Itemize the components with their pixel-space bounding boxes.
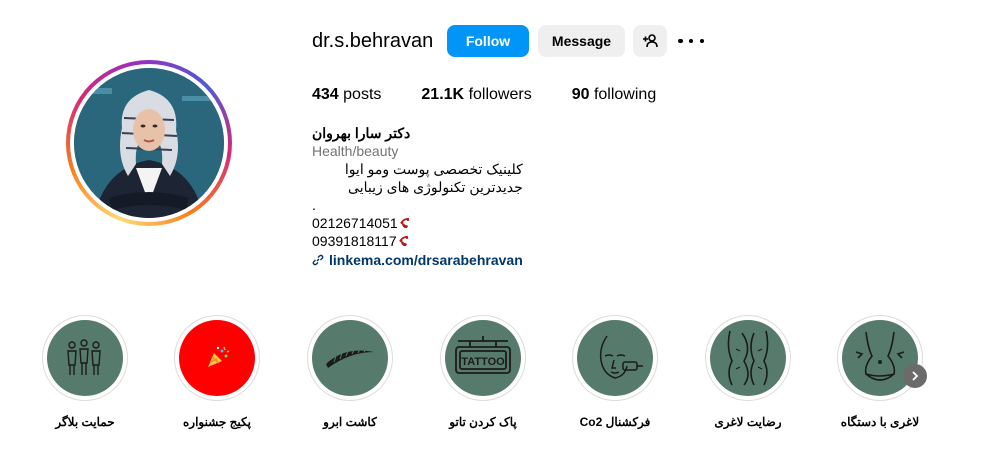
highlight-item[interactable]: رضایت لاغری [703, 315, 793, 429]
telephone-receiver-icon [399, 217, 409, 229]
highlight-item[interactable]: فرکشنال Co2 [570, 315, 660, 429]
highlight-label: پکیج جشنواره [182, 415, 252, 429]
following-count: 90 [571, 86, 590, 103]
highlight-cover [312, 320, 388, 396]
full-name: دکتر سارا بهروان [312, 125, 411, 141]
eyebrow-icon [326, 348, 374, 368]
highlight-cover: TATTOO [445, 320, 521, 396]
profile-avatar[interactable] [74, 68, 224, 218]
profile-bio: دکتر سارا بهروان Health/beauty کلینیک تخ… [312, 124, 523, 269]
posts-stat[interactable]: 434 posts [312, 86, 381, 104]
highlights-next-button[interactable] [903, 364, 927, 388]
profile-username: dr.s.behravan [312, 30, 434, 52]
telephone-receiver-icon [398, 235, 408, 247]
highlight-item[interactable]: کاشت ابرو [305, 315, 395, 429]
bio-line-technology: جدیدترین تکنولوژی های زیبایی [348, 179, 523, 195]
people-icon [67, 339, 101, 375]
highlight-label: لاغری با دستگاه [840, 415, 920, 429]
external-link[interactable]: linkema.com/drsarabehravan [312, 251, 523, 269]
story-highlights: حمایت بلاگر پکیج جشنواره کاشت ابرو TATTO… [40, 315, 940, 445]
following-label: following [593, 86, 657, 103]
highlight-item[interactable]: TATTOO پاک کردن تاتو [438, 315, 528, 429]
highlight-cover [179, 320, 255, 396]
profile-photo-illustration [74, 68, 224, 218]
phone-line-1: 02126714051 [312, 214, 523, 232]
posts-label: posts [343, 86, 382, 103]
more-options-icon[interactable] [678, 31, 704, 51]
avatar-border [70, 64, 228, 222]
followers-label: followers [468, 86, 532, 103]
highlight-cover [710, 320, 786, 396]
profile-avatar-ring[interactable] [66, 60, 232, 226]
highlight-label: فرکشنال Co2 [579, 415, 651, 429]
following-stat[interactable]: 90 following [572, 86, 657, 104]
posts-count: 434 [312, 86, 339, 103]
chevron-right-icon [912, 371, 919, 381]
followers-count: 21.1K [421, 86, 465, 103]
highlight-cover [577, 320, 653, 396]
link-chain-icon [312, 254, 324, 266]
profile-stats: 434 posts 21.1K followers 90 following [312, 86, 696, 104]
bio-line-dot: . [312, 197, 316, 213]
highlight-item[interactable]: پکیج جشنواره [172, 315, 262, 429]
phone-number-1: 02126714051 [312, 215, 398, 231]
highlight-item[interactable]: حمایت بلاگر [40, 315, 130, 429]
tattoo-sign-icon: TATTOO [455, 336, 511, 374]
phone-line-2: 09391818117 [312, 232, 523, 250]
torso-slimming-icon [855, 331, 905, 381]
face-laser-icon [599, 335, 643, 379]
body-silhouette-icon [727, 330, 769, 386]
svg-text:TATTOO: TATTOO [461, 356, 505, 368]
followers-stat[interactable]: 21.1K followers [421, 86, 531, 104]
bio-line-clinic: کلینیک تخصصی پوست ومو ایوا [344, 161, 523, 177]
external-link-text: linkema.com/drsarabehravan [329, 252, 523, 268]
highlight-cover [47, 320, 123, 396]
follow-button[interactable]: Follow [447, 25, 529, 57]
highlight-label: کاشت ابرو [323, 415, 377, 429]
highlight-label: پاک کردن تاتو [449, 415, 517, 429]
message-button[interactable]: Message [538, 25, 625, 57]
highlight-label: رضایت لاغری [714, 415, 782, 429]
suggested-accounts-button[interactable] [633, 25, 667, 57]
phone-number-2: 09391818117 [312, 233, 397, 249]
party-popper-icon [208, 346, 230, 367]
category-label: Health/beauty [312, 143, 399, 159]
highlight-label: حمایت بلاگر [55, 415, 115, 429]
add-person-icon [643, 34, 658, 48]
